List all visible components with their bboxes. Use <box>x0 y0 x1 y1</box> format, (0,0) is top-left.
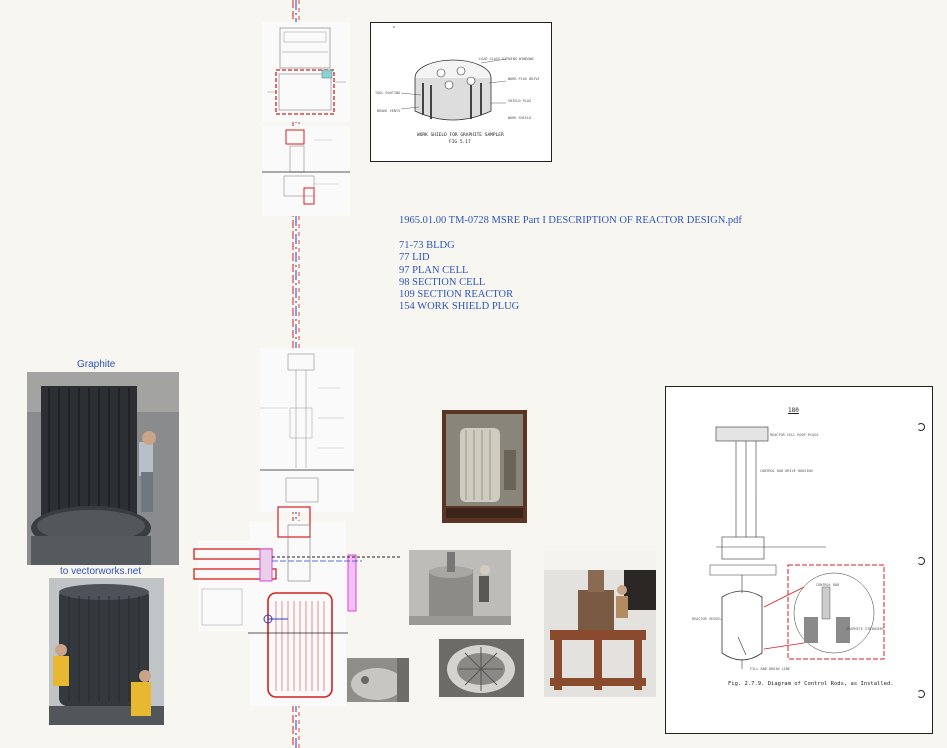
work-shield-fig-number: FIG 5.17 <box>449 140 471 145</box>
lid-drawing[interactable] <box>262 22 350 122</box>
control-rods-label: REACTOR CELL ROOF PLUGS <box>770 433 819 437</box>
work-shield-label: LEAD GLASS VIEWING WINDOWS <box>479 57 534 61</box>
work-shield-caption: WORK SHIELD FOR GRAPHITE SAMPLER <box>417 133 504 138</box>
work-shield-label: SHIELD PLUG <box>508 99 532 103</box>
control-rods-label: FILL AND DRAIN LINE <box>750 667 791 671</box>
vessel-assembly-photo[interactable] <box>409 550 511 625</box>
work-shield-drawing[interactable]: c LEAD GLASS VIEWING WINDOWS WORK PLUG D… <box>370 22 552 162</box>
binder-hole-mark <box>917 557 925 565</box>
shaft-drawing-middle[interactable] <box>260 348 354 512</box>
page-reference: 109 SECTION REACTOR <box>399 289 514 301</box>
control-rods-drawing[interactable]: 180 REACTOR CELL ROOF PLUGS CONTROL ROD … <box>665 386 933 734</box>
binder-hole-mark <box>917 690 925 698</box>
document-title-link[interactable]: 1965.01.00 TM-0728 MSRE Part I DESCRIPTI… <box>399 215 742 227</box>
page-reference: 71-73 BLDG <box>399 240 455 251</box>
vessel-head-photo[interactable] <box>347 658 409 702</box>
graphite-core-photo-2[interactable] <box>49 578 164 725</box>
work-shield-label: BRAKE VENTS <box>377 109 401 113</box>
vectorworks-link[interactable]: to vectorworks.net <box>60 566 141 577</box>
control-rods-label: REACTOR VESSEL <box>692 617 722 621</box>
vessel-interior-photo[interactable] <box>439 639 524 697</box>
svg-text:c: c <box>393 24 395 29</box>
graphite-core-photo[interactable] <box>27 372 179 565</box>
control-rods-label: CONTROL ROD DRIVE HOUSING <box>760 469 813 473</box>
shaft-drawing-upper[interactable] <box>262 126 350 216</box>
control-rods-caption: Fig. 2.7.9. Diagram of Control Rods, as … <box>728 681 894 687</box>
work-shield-label: WORK PLUG DRIVE <box>508 77 540 81</box>
page-reference: 98 SECTION CELL <box>399 276 486 288</box>
page-reference: 77 LID <box>399 252 430 264</box>
page-reference: 154 WORK SHIELD PLUG <box>399 301 520 313</box>
page-reference: 97 PLAN CELL <box>399 264 469 276</box>
binder-hole-mark <box>917 423 925 431</box>
page-reference-list: 71-73 BLDG 77 LID 97 PLAN CELL 98 SECTIO… <box>399 240 519 314</box>
control-rods-label: GRAPHITE STRINGERS <box>846 627 884 631</box>
reactor-vessel-photo[interactable] <box>442 410 527 523</box>
reactor-frame-photo[interactable] <box>544 550 656 697</box>
control-rods-label: CONTROL ROD <box>816 583 840 587</box>
graphite-link[interactable]: Graphite <box>77 359 115 370</box>
work-shield-label: TOOL ROUTING <box>375 91 401 95</box>
work-shield-label: WORK SHIELD <box>508 116 532 120</box>
